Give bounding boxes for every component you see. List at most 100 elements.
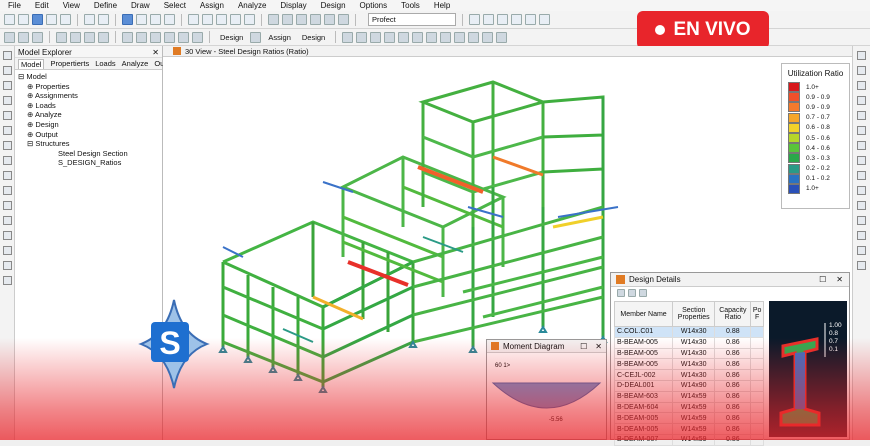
copy-icon[interactable] <box>136 31 147 43</box>
tree-item-loads[interactable]: ⊕ Loads <box>18 101 159 111</box>
col-capacity-ratio[interactable]: Capacity Ratio <box>714 301 752 327</box>
spring-tool-icon[interactable] <box>2 261 12 270</box>
tab-analyze[interactable]: Analyze <box>122 59 149 68</box>
design-run-button[interactable]: Design <box>298 31 329 44</box>
dimension-icon[interactable] <box>98 31 109 43</box>
curve-icon[interactable] <box>84 31 95 43</box>
grid-icon[interactable] <box>4 31 15 43</box>
tree-item-assignments[interactable]: ⊕ Assignments <box>18 91 159 101</box>
table-row[interactable]: B-BEAM-005 W14x30 0.86 <box>613 336 764 349</box>
save-icon[interactable] <box>32 14 43 25</box>
draw-icon[interactable] <box>150 14 161 25</box>
list-icon[interactable] <box>525 14 536 25</box>
copy-table-icon[interactable] <box>628 288 636 297</box>
design-options-icon[interactable] <box>250 31 262 43</box>
design-button[interactable]: Design <box>216 31 247 44</box>
menu-item-design[interactable]: Design <box>321 1 346 10</box>
grid-tool-icon[interactable] <box>2 186 12 195</box>
tab-properties[interactable]: Propertierts <box>50 59 89 68</box>
filter-table-icon[interactable] <box>639 288 647 297</box>
restore-icon[interactable]: ☐ <box>819 275 826 284</box>
settings-icon[interactable] <box>497 14 508 25</box>
table-row[interactable]: B-DEAM-005 W14x59 0.86 <box>613 412 764 425</box>
close-icon[interactable]: ✕ <box>152 48 159 57</box>
pointer-right-icon[interactable] <box>857 51 866 60</box>
project-combo[interactable]: Profect <box>368 13 456 26</box>
load-tool-icon[interactable] <box>2 231 12 240</box>
col-member-name[interactable]: Member Name <box>613 301 674 327</box>
open-file-icon[interactable] <box>18 14 29 25</box>
print-icon[interactable] <box>46 14 57 25</box>
tab-loads[interactable]: Loads <box>95 59 115 68</box>
zoom-previous-icon[interactable] <box>244 14 255 25</box>
view-xy-icon[interactable] <box>282 14 293 25</box>
deflection-table-icon[interactable] <box>482 31 494 43</box>
color-right-icon[interactable] <box>857 141 866 150</box>
release-tool-icon[interactable] <box>2 246 12 255</box>
arc-tool-icon[interactable] <box>2 111 12 120</box>
view-yz-icon[interactable] <box>310 14 321 25</box>
check-icon[interactable] <box>150 31 161 43</box>
table-row[interactable]: D-DEAL001 W14x90 0.86 <box>613 379 764 392</box>
tool-right-icon[interactable] <box>857 231 866 240</box>
redo-icon[interactable] <box>98 14 109 25</box>
export-icon[interactable] <box>60 14 71 25</box>
zoom-window-icon[interactable] <box>216 14 227 25</box>
menu-item-tools[interactable]: Tools <box>401 1 420 10</box>
menu-item-draw[interactable]: Draw <box>131 1 150 10</box>
font-icon[interactable] <box>539 14 550 25</box>
zoom-out-icon[interactable] <box>202 14 213 25</box>
undo-icon[interactable] <box>84 14 95 25</box>
snap-icon[interactable] <box>18 31 29 43</box>
tree-item-s-design-ratios[interactable]: S_DESIGN_Ratios <box>18 158 159 168</box>
tree-item-structures[interactable]: ⊟ Structures <box>18 139 159 149</box>
tree-item-analyze[interactable]: ⊕ Analyze <box>18 110 159 120</box>
line-icon[interactable] <box>56 31 67 43</box>
menu-item-help[interactable]: Help <box>434 1 450 10</box>
select-pointer-icon[interactable] <box>122 14 133 25</box>
mesh-tool-icon[interactable] <box>2 276 12 285</box>
layer-right-icon[interactable] <box>857 126 866 135</box>
menu-item-file[interactable]: File <box>8 1 21 10</box>
menu-item-assign[interactable]: Assign <box>200 1 224 10</box>
tab-model[interactable]: Model <box>18 58 45 69</box>
menu-item-select[interactable]: Select <box>164 1 186 10</box>
table-row[interactable]: B-BEAM-005 W14x30 0.86 <box>613 347 764 360</box>
hand-icon[interactable] <box>324 14 335 25</box>
new-file-icon[interactable] <box>4 14 15 25</box>
pan-icon[interactable] <box>164 14 175 25</box>
polyline-icon[interactable] <box>70 31 81 43</box>
close-icon[interactable]: ✕ <box>836 275 843 284</box>
circle-icon[interactable] <box>178 31 189 43</box>
menu-item-display[interactable]: Display <box>280 1 306 10</box>
table-row[interactable]: B-BEAM-603 W14x59 0.86 <box>613 390 764 403</box>
table-row[interactable]: C-CEJL-002 W14x30 0.86 <box>613 369 764 381</box>
measure-tool-icon[interactable] <box>2 201 12 210</box>
layers-icon[interactable] <box>32 31 43 43</box>
export-table-icon[interactable] <box>617 288 625 297</box>
filter-right-icon[interactable] <box>857 171 866 180</box>
zoom-in-icon[interactable] <box>188 14 199 25</box>
assign-button[interactable]: Assign <box>264 31 295 44</box>
section-tool-icon[interactable] <box>2 216 12 225</box>
rotate-icon[interactable] <box>136 14 147 25</box>
rect-tool-icon[interactable] <box>2 126 12 135</box>
report-table-icon[interactable] <box>440 31 452 43</box>
settings-right-icon[interactable] <box>857 246 866 255</box>
support-tool-icon[interactable] <box>2 171 12 180</box>
pointer-tool-icon[interactable] <box>2 51 12 60</box>
summary-table-icon[interactable] <box>454 31 466 43</box>
lock-right-icon[interactable] <box>857 201 866 210</box>
table-row[interactable]: B-DEAM-604 W14x59 0.86 <box>613 401 764 414</box>
stack-right-icon[interactable] <box>857 186 866 195</box>
extra-table-icon[interactable] <box>496 31 508 43</box>
col-section-properties[interactable]: Section Properties <box>672 301 716 327</box>
col-po-f[interactable]: Po F <box>750 301 764 327</box>
shape-tool-icon[interactable] <box>857 96 866 105</box>
tree-item-properties[interactable]: ⊕ Properties <box>18 82 159 92</box>
stress-table-icon[interactable] <box>468 31 480 43</box>
section-table-icon[interactable] <box>370 31 382 43</box>
help-right-icon[interactable] <box>857 261 866 270</box>
box-tool-icon[interactable] <box>857 81 866 90</box>
snap-tool-icon[interactable] <box>2 66 12 75</box>
